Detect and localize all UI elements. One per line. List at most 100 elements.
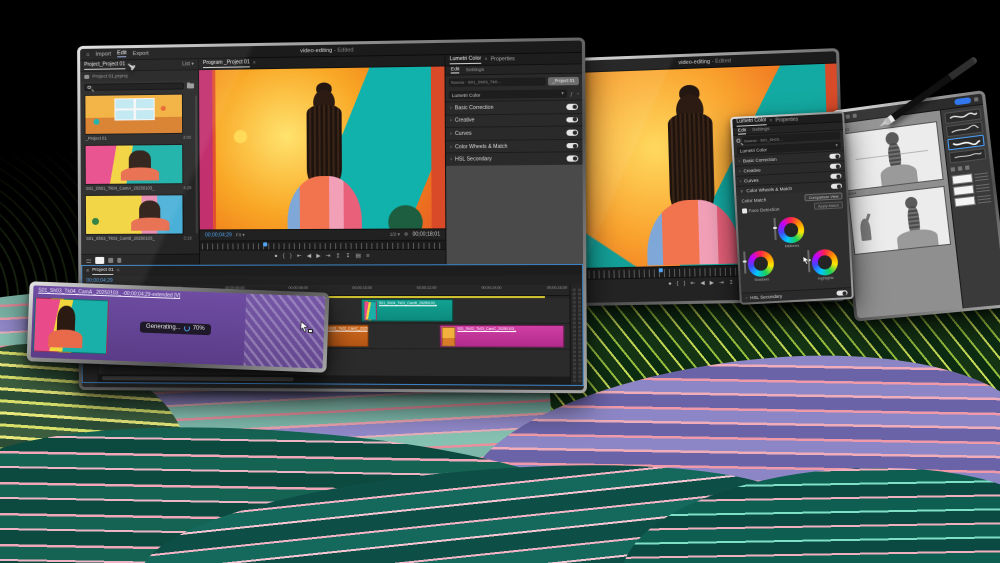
trash-icon[interactable] bbox=[117, 257, 121, 262]
comparison-view-button[interactable]: Comparison View bbox=[805, 192, 843, 201]
subtab-edit[interactable]: Edit bbox=[738, 128, 747, 134]
close-icon[interactable]: × bbox=[117, 268, 120, 274]
tool-icon[interactable] bbox=[852, 114, 856, 119]
storyboard-frame[interactable] bbox=[841, 121, 944, 191]
toggle[interactable] bbox=[830, 173, 841, 179]
mark-in-button[interactable]: { bbox=[283, 255, 285, 261]
tab-lumetri-color[interactable]: Lumetri Color bbox=[450, 56, 482, 65]
go-to-in-button[interactable]: ⇤ bbox=[690, 282, 695, 288]
timeline-clip-magenta[interactable]: S01_Sh02_Tk03_CamC_20250103_ bbox=[440, 325, 565, 348]
subtab-settings[interactable]: Settings bbox=[466, 67, 484, 72]
toggle[interactable] bbox=[567, 156, 579, 162]
shadows-wheel[interactable] bbox=[747, 250, 774, 277]
go-to-out-button[interactable]: ⇥ bbox=[719, 281, 724, 287]
lift-button[interactable]: ↥ bbox=[336, 255, 341, 261]
list-item[interactable]: _Project 014;00 bbox=[84, 93, 192, 142]
new-bin-icon[interactable] bbox=[95, 256, 104, 263]
section-color-wheels[interactable]: › Color Wheels & Match bbox=[446, 139, 583, 153]
step-back-button[interactable]: ◀ bbox=[700, 282, 704, 288]
primary-action-button[interactable] bbox=[954, 97, 971, 105]
fx-bypass-icon[interactable]: ƒ bbox=[570, 91, 573, 96]
toggle[interactable] bbox=[829, 153, 840, 159]
toggle[interactable] bbox=[830, 163, 841, 169]
subtab-edit[interactable]: Edit bbox=[451, 67, 460, 73]
brush-preset[interactable] bbox=[949, 148, 986, 164]
panel-icon[interactable] bbox=[958, 166, 963, 171]
list-item[interactable]: S01_Sh01_Tk04_CamA_20250103_4;29 bbox=[85, 144, 193, 193]
close-icon[interactable]: × bbox=[769, 118, 772, 124]
playhead[interactable] bbox=[263, 242, 267, 246]
play-button[interactable]: ▶ bbox=[710, 282, 714, 288]
storyboard-frame[interactable] bbox=[848, 186, 951, 255]
play-button[interactable]: ▶ bbox=[316, 255, 320, 261]
marker-button[interactable]: ● bbox=[668, 282, 672, 288]
target-sequence-button[interactable]: _Project 01 bbox=[548, 76, 579, 85]
tool-icon[interactable] bbox=[846, 114, 850, 119]
panel-icon[interactable] bbox=[951, 167, 956, 172]
go-to-out-button[interactable]: ⇥ bbox=[326, 255, 331, 261]
toggle[interactable] bbox=[566, 104, 578, 110]
toggle[interactable] bbox=[836, 290, 847, 296]
search-input[interactable] bbox=[84, 82, 184, 90]
monitor-statusbar: 00;00;04;29 Fit ▾ 1/2 ▾ ⚙ 00;00;18;01 bbox=[200, 228, 446, 240]
tab-program[interactable]: Program _Project 01 bbox=[203, 59, 250, 68]
close-icon[interactable]: × bbox=[253, 60, 256, 66]
settings-menu-button[interactable]: ≡ bbox=[366, 254, 369, 260]
list-view-icon[interactable] bbox=[86, 257, 91, 262]
clip-label: S01_Sh03_Tk04_CamA _20250103_ -00;00;04;… bbox=[38, 288, 180, 299]
floating-generating-clip[interactable]: S01_Sh03_Tk04_CamA _20250103_ -00;00;04;… bbox=[27, 281, 330, 372]
marker-button[interactable]: ● bbox=[274, 255, 277, 261]
panel-icon[interactable] bbox=[965, 165, 970, 170]
panel-menu-icon[interactable]: ≡ bbox=[86, 268, 89, 273]
extract-button[interactable]: ↧ bbox=[346, 255, 351, 261]
timeline-timecode: 00;00;04;29 bbox=[86, 277, 112, 283]
wrench-icon[interactable]: ⚙ bbox=[404, 232, 408, 238]
step-back-button[interactable]: ◀ bbox=[307, 255, 311, 261]
close-icon[interactable]: × bbox=[484, 57, 487, 63]
view-mode-dropdown[interactable]: List ▾ bbox=[182, 61, 194, 67]
toggle[interactable] bbox=[566, 143, 578, 149]
mark-in-button[interactable]: { bbox=[677, 282, 679, 288]
export-frame-button[interactable]: ▤ bbox=[356, 254, 361, 260]
midtones-wheel[interactable] bbox=[777, 216, 804, 243]
project-toolbar bbox=[81, 254, 199, 265]
lift-button[interactable]: ↥ bbox=[729, 281, 734, 287]
toggle[interactable] bbox=[566, 117, 578, 123]
mark-out-button[interactable]: } bbox=[684, 282, 686, 288]
shadows-slider[interactable] bbox=[743, 252, 746, 274]
resolution-dropdown[interactable]: 1/2 ▾ bbox=[390, 232, 400, 238]
folder-icon[interactable] bbox=[187, 83, 194, 88]
playhead[interactable] bbox=[659, 268, 663, 272]
tab-timeline[interactable]: Project 01 bbox=[92, 267, 114, 274]
toggle[interactable] bbox=[831, 183, 842, 189]
scrollbar[interactable] bbox=[195, 95, 198, 233]
toggle[interactable] bbox=[566, 130, 578, 136]
monitor-scrub-ruler[interactable] bbox=[200, 240, 446, 250]
mark-out-button[interactable]: } bbox=[290, 255, 292, 261]
go-to-in-button[interactable]: ⇤ bbox=[297, 255, 302, 261]
section-hsl-secondary[interactable]: › HSL Secondary bbox=[446, 152, 583, 166]
highlights-wheel[interactable] bbox=[811, 249, 838, 276]
fit-dropdown[interactable]: Fit ▾ bbox=[236, 232, 245, 238]
program-monitor: Program _Project 01 × 00;00;04;29 Fit ▾ … bbox=[199, 55, 447, 265]
midtones-slider[interactable] bbox=[773, 218, 776, 240]
tool-icon[interactable] bbox=[974, 97, 979, 102]
layer-row[interactable] bbox=[954, 194, 991, 207]
scene: ⌂ Import Edit Export video-editing - Edi… bbox=[0, 0, 1000, 563]
tab-properties[interactable]: Properties bbox=[491, 56, 515, 63]
media-thumbnail bbox=[84, 94, 183, 135]
tab-project[interactable]: Project_Project 01 bbox=[84, 61, 125, 70]
tab-properties[interactable]: Properties bbox=[775, 117, 798, 124]
mouse-cursor-clip-drag bbox=[299, 320, 311, 335]
tab-lumetri-color[interactable]: Lumetri Color bbox=[736, 117, 766, 127]
new-item-icon[interactable] bbox=[108, 257, 113, 262]
face-detection-checkbox[interactable]: Face Detection bbox=[742, 207, 780, 214]
reset-icon[interactable]: ◔ bbox=[576, 91, 579, 96]
clip-source-field[interactable]: Source · S01_Sh03_Tk0… bbox=[449, 77, 546, 87]
window-storyboard: Sh03 Sh04 bbox=[831, 90, 1000, 322]
timeline-clip-teal[interactable]: S01_Sh04_Tk01_CamB_20250103_ bbox=[361, 299, 453, 322]
list-item[interactable]: S01_Sh02_Tk03_CamB_20250103_3;19 bbox=[85, 194, 193, 243]
subtab-settings[interactable]: Settings bbox=[752, 127, 770, 133]
lumetri-preset-dropdown[interactable]: Lumetri Color▾ bbox=[449, 89, 567, 99]
apply-match-button[interactable]: Apply Match bbox=[814, 201, 843, 210]
